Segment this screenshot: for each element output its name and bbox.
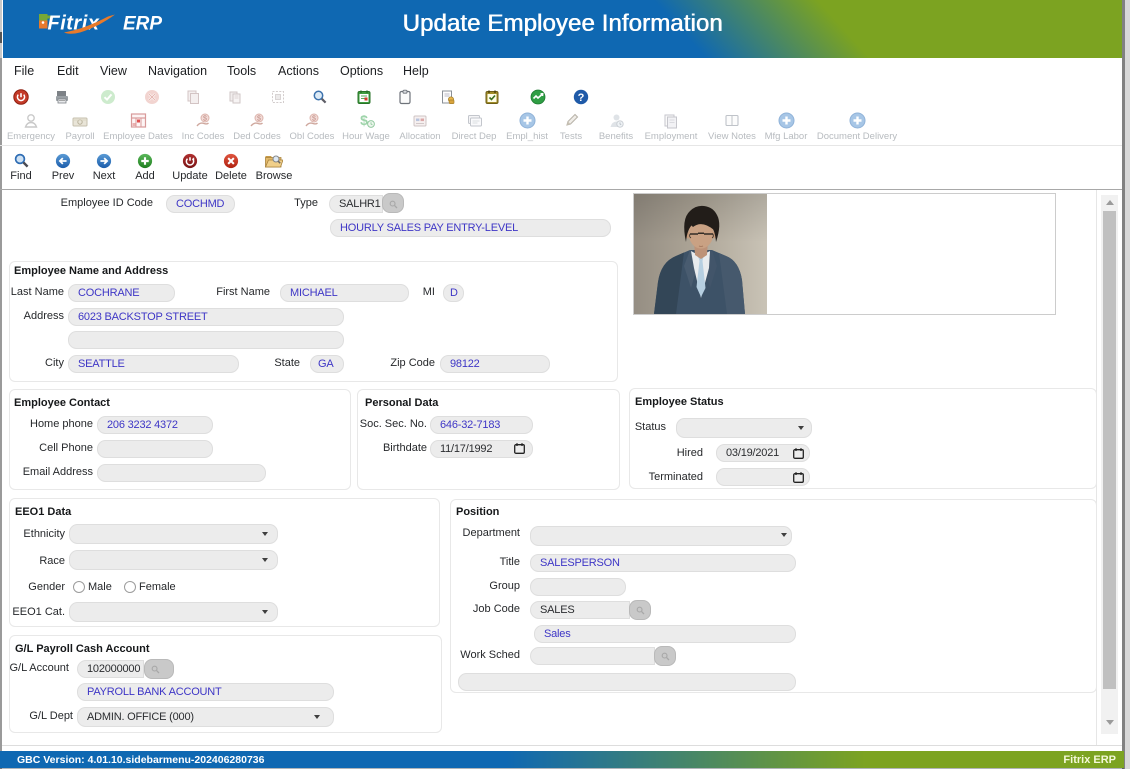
svg-text:$: $ bbox=[360, 112, 368, 128]
svg-text:$: $ bbox=[312, 116, 316, 123]
svg-text:$: $ bbox=[203, 116, 207, 123]
svg-text:?: ? bbox=[578, 92, 585, 104]
svg-text:ERP: ERP bbox=[123, 13, 162, 34]
svg-text:$: $ bbox=[257, 116, 261, 123]
